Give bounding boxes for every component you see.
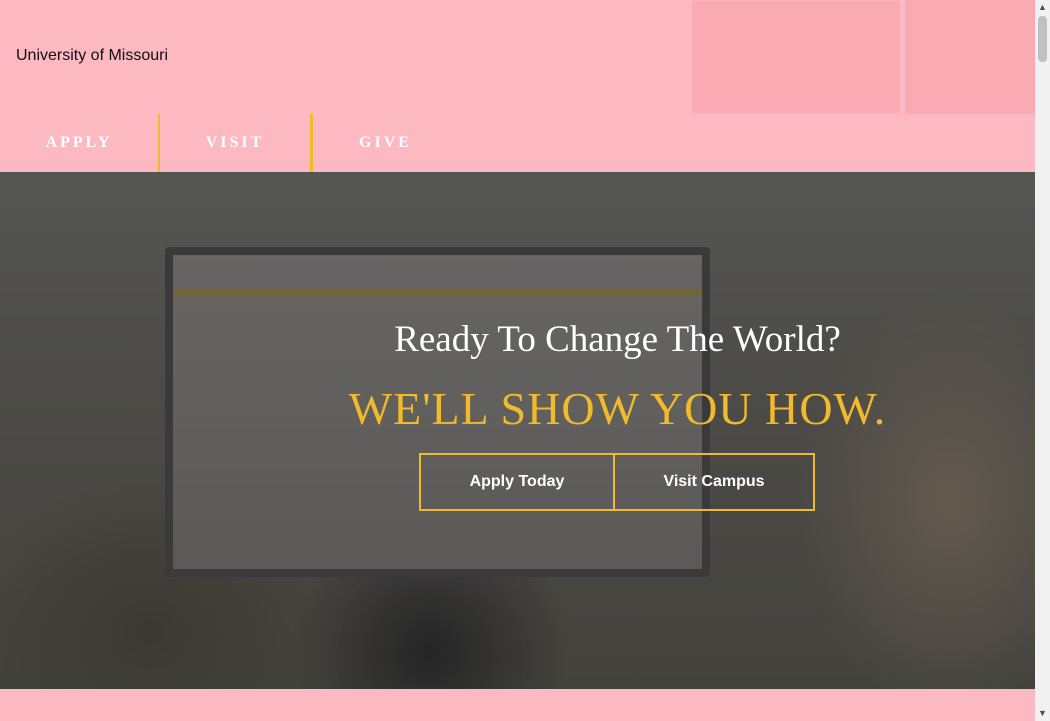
site-header: University of Missouri (0, 0, 1035, 114)
hero-subtitle: WE'LL SHOW YOU HOW. (348, 383, 887, 434)
hero-title: Ready To Change The World? (394, 319, 841, 360)
hero-banner: Ready To Change The World? WE'LL SHOW YO… (0, 172, 1035, 689)
header-menu-area[interactable] (905, 0, 1035, 114)
university-logo[interactable]: University of Missouri (16, 47, 168, 65)
page-scrollbar[interactable]: ▲ ▼ (1035, 0, 1050, 721)
nav-visit[interactable]: VISIT (158, 114, 310, 172)
logo-alt-text: University of Missouri (16, 47, 169, 64)
apply-today-button[interactable]: Apply Today (419, 453, 615, 511)
header-search-area[interactable] (692, 1, 900, 113)
triangle-down-icon[interactable]: ▼ (1035, 706, 1050, 721)
nav-apply[interactable]: APPLY (0, 114, 158, 172)
nav-give[interactable]: GIVE (310, 114, 458, 172)
scroll-thumb[interactable] (1038, 16, 1047, 62)
footer-band (0, 689, 1035, 721)
visit-campus-button[interactable]: Visit Campus (613, 453, 815, 511)
triangle-up-icon[interactable]: ▲ (1035, 0, 1050, 15)
main-nav: APPLY VISIT GIVE (0, 114, 458, 172)
